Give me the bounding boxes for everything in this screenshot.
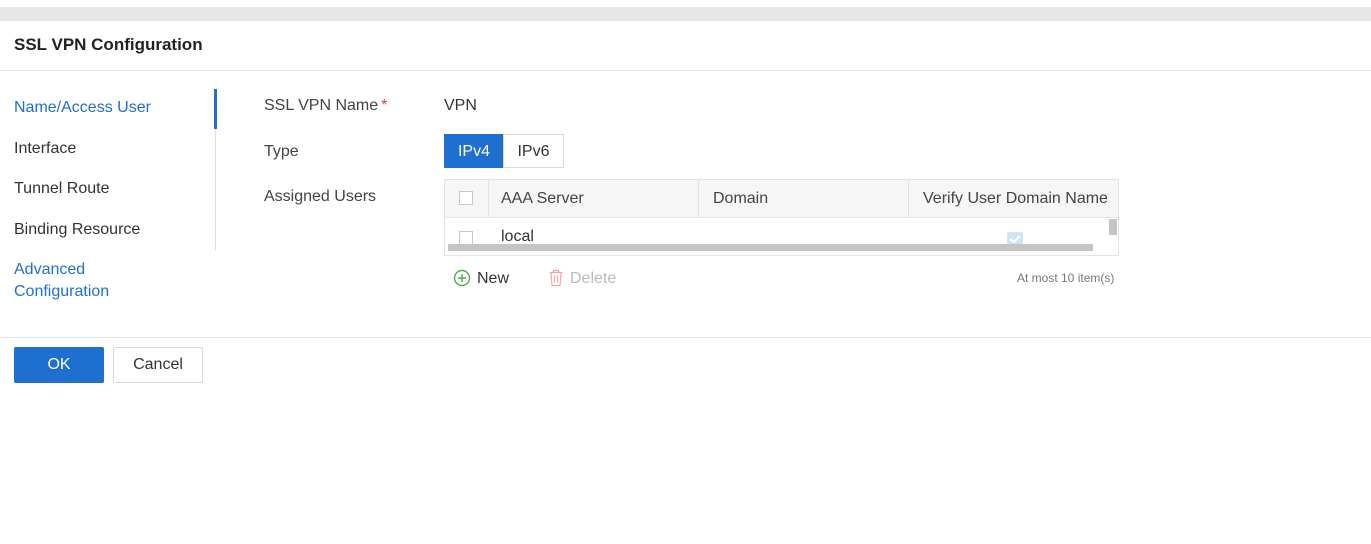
- row-checkbox[interactable]: [459, 231, 473, 245]
- vertical-scrollbar[interactable]: [1109, 219, 1117, 235]
- column-header-verify-user-domain-name[interactable]: Verify User Domain Name: [923, 180, 1108, 217]
- nav-active-indicator: [214, 89, 217, 129]
- delete-button[interactable]: Delete: [548, 268, 616, 290]
- nav-item-tunnel-route[interactable]: Tunnel Route: [14, 180, 109, 198]
- ssl-vpn-name-value: VPN: [444, 97, 477, 114]
- top-strip: [0, 7, 1371, 21]
- required-mark: *: [381, 97, 388, 114]
- new-button-label: New: [477, 270, 510, 287]
- type-option-ipv4[interactable]: IPv4: [444, 134, 504, 168]
- nav-item-advanced-configuration[interactable]: Advanced Configuration: [14, 259, 109, 303]
- column-divider: [698, 180, 699, 217]
- ssl-vpn-name-label-text: SSL VPN Name: [264, 97, 379, 114]
- trash-icon: [549, 269, 563, 286]
- type-label: Type: [264, 143, 299, 160]
- footer-divider: [0, 337, 1371, 338]
- type-option-ipv6[interactable]: IPv6: [503, 134, 564, 168]
- column-divider: [908, 180, 909, 217]
- item-limit-note: At most 10 item(s): [1017, 271, 1115, 285]
- dialog-title: SSL VPN Configuration: [14, 35, 203, 54]
- ok-button[interactable]: OK: [14, 347, 104, 383]
- plus-circle-icon: [453, 269, 471, 286]
- table-header: AAA Server Domain Verify User Domain Nam…: [445, 180, 1118, 218]
- nav-item-name-access-user[interactable]: Name/Access User: [14, 99, 151, 117]
- title-divider: [0, 70, 1371, 71]
- assigned-users-label: Assigned Users: [264, 188, 377, 205]
- assigned-users-table: AAA Server Domain Verify User Domain Nam…: [444, 179, 1119, 256]
- nav-item-interface[interactable]: Interface: [14, 140, 76, 158]
- nav-item-binding-resource[interactable]: Binding Resource: [14, 221, 140, 239]
- horizontal-scrollbar[interactable]: [448, 244, 1093, 251]
- advanced-line-1: Advanced: [14, 261, 86, 278]
- column-header-aaa-server[interactable]: AAA Server: [501, 180, 584, 217]
- new-button[interactable]: New: [453, 268, 509, 290]
- ssl-vpn-name-label: SSL VPN Name *: [264, 97, 387, 115]
- delete-button-label: Delete: [570, 270, 617, 287]
- cancel-button[interactable]: Cancel: [113, 347, 203, 383]
- column-divider: [488, 180, 489, 217]
- column-header-domain[interactable]: Domain: [713, 180, 768, 217]
- advanced-line-2: Configuration: [14, 283, 110, 300]
- select-all-checkbox[interactable]: [459, 191, 473, 205]
